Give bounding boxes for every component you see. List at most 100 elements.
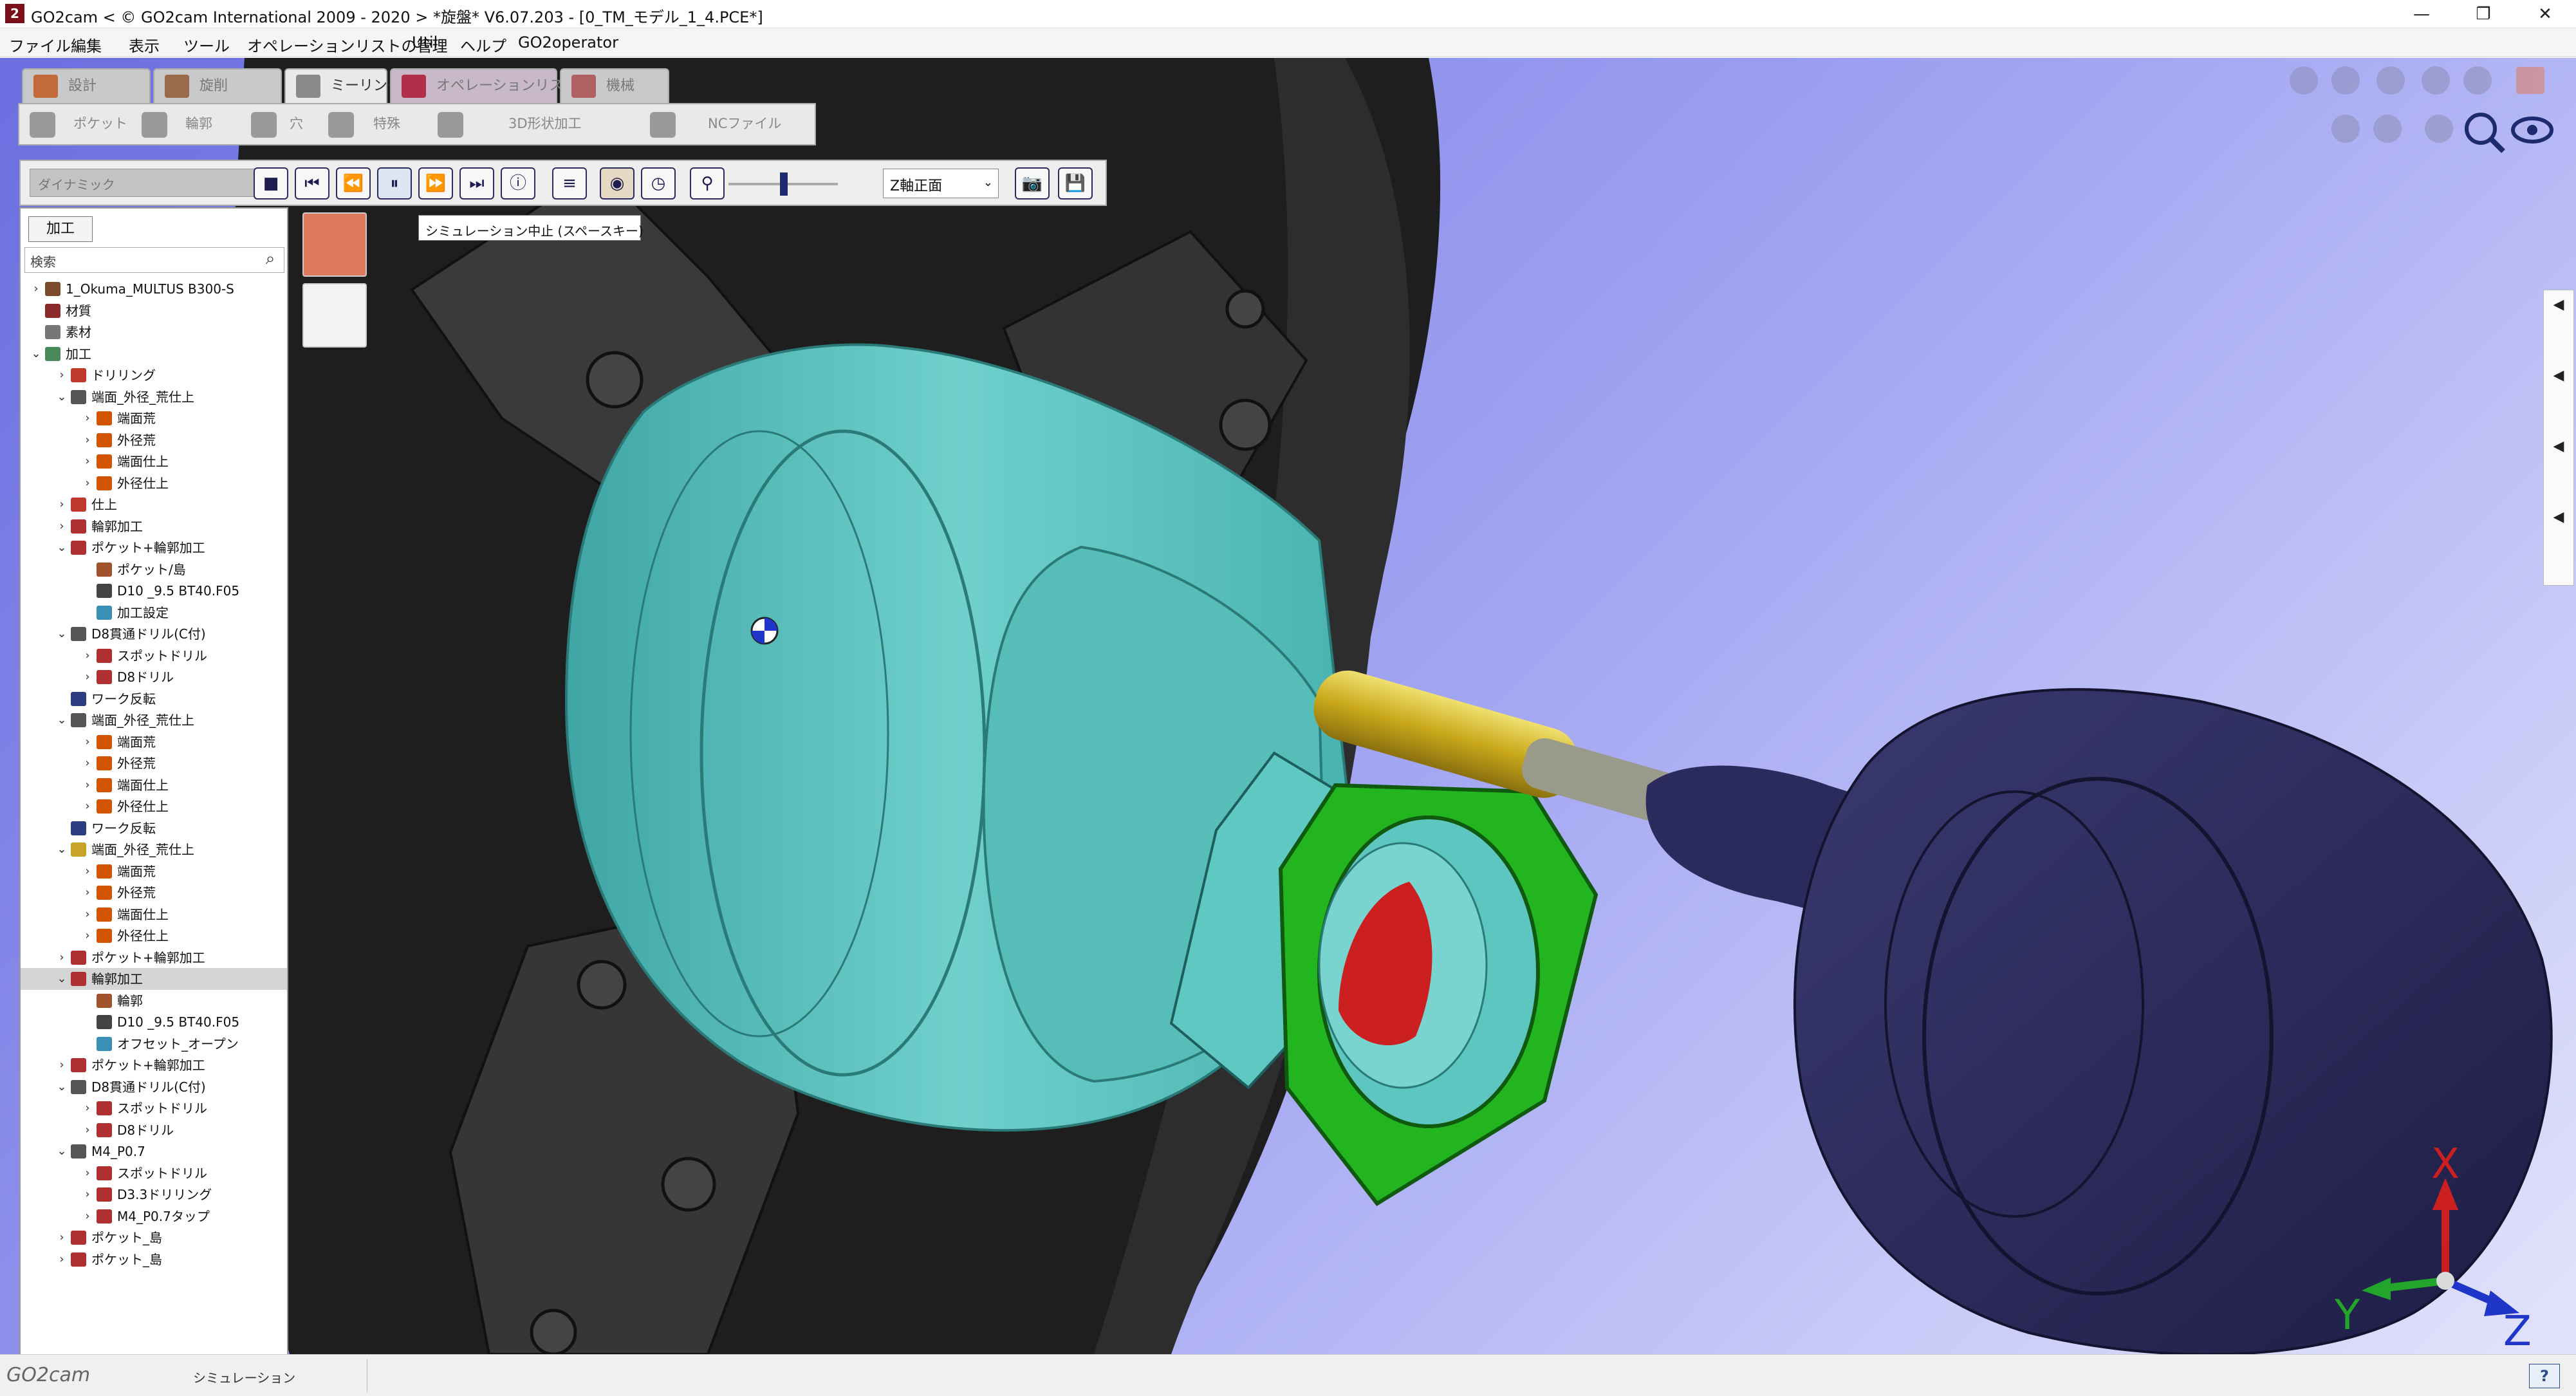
special-button[interactable]: 特殊 bbox=[373, 113, 400, 133]
tree-row[interactable]: ⌄ D8貫通ドリル(C付) bbox=[21, 1076, 287, 1098]
tree-toggle-icon[interactable]: › bbox=[55, 1054, 68, 1076]
tree-toggle-icon[interactable]: › bbox=[30, 278, 42, 300]
tree-row[interactable]: ⌄ 端面_外径_荒仕上 bbox=[21, 709, 287, 731]
tree-row[interactable]: › 外径荒 bbox=[21, 429, 287, 451]
menu-file[interactable]: ファイル bbox=[9, 33, 71, 56]
tree-row[interactable]: ⌄ 端面_外径_荒仕上 bbox=[21, 839, 287, 861]
tree-row[interactable]: › ポケット_島 bbox=[21, 1249, 287, 1270]
tab-machine[interactable]: 機械 bbox=[560, 68, 669, 103]
tree-toggle-icon[interactable]: ⌄ bbox=[55, 709, 68, 731]
tree-toggle-icon[interactable]: › bbox=[81, 472, 94, 494]
tree-row[interactable]: オフセット_オープン bbox=[21, 1033, 287, 1055]
camera-icon[interactable]: 📷 bbox=[1015, 167, 1050, 200]
speed-slider-handle[interactable] bbox=[780, 172, 788, 196]
tree-toggle-icon[interactable]: ⌄ bbox=[55, 623, 68, 645]
pocket-button[interactable]: ポケット bbox=[73, 113, 127, 133]
save-icon[interactable]: 💾 bbox=[1058, 167, 1093, 200]
tree-row[interactable]: › ドリリング bbox=[21, 364, 287, 386]
tree-row[interactable]: › 1_Okuma_MULTUS B300-S bbox=[21, 278, 287, 300]
close-button[interactable]: ✕ bbox=[2514, 0, 2576, 28]
tree-row[interactable]: ポケット/島 bbox=[21, 559, 287, 581]
pause-button[interactable]: ⏸ bbox=[377, 167, 412, 200]
tree-row[interactable]: › M4_P0.7タップ bbox=[21, 1205, 287, 1227]
tree-toggle-icon[interactable]: › bbox=[81, 645, 94, 667]
tree-toggle-icon[interactable]: › bbox=[81, 1205, 94, 1227]
tree-row[interactable]: ⌄ 加工 bbox=[21, 343, 287, 365]
tab-machining[interactable]: 加工 bbox=[28, 216, 93, 242]
tree-row[interactable]: › ポケット_島 bbox=[21, 1227, 287, 1249]
tree-row[interactable]: › 輪郭加工 bbox=[21, 516, 287, 537]
menu-util[interactable]: Util bbox=[412, 33, 438, 51]
menu-tools[interactable]: ツール bbox=[183, 33, 230, 56]
simulation-scene[interactable]: X Y Z bbox=[0, 58, 2576, 1354]
tree-toggle-icon[interactable]: › bbox=[81, 925, 94, 947]
tree-row[interactable]: › 外径仕上 bbox=[21, 925, 287, 947]
contour-button[interactable]: 輪郭 bbox=[185, 113, 212, 133]
contour-icon[interactable] bbox=[142, 112, 167, 138]
tree-row[interactable]: › スポットドリル bbox=[21, 645, 287, 667]
tree-row[interactable]: › スポットドリル bbox=[21, 1162, 287, 1184]
tree-toggle-icon[interactable]: › bbox=[55, 364, 68, 386]
tab-operation-list[interactable]: オペレーションリスト bbox=[390, 68, 578, 103]
step-forward-button[interactable]: ⏩ bbox=[418, 167, 453, 200]
tree-row[interactable]: ⌄ 端面_外径_荒仕上 bbox=[21, 386, 287, 408]
menu-edit[interactable]: 編集 bbox=[71, 33, 102, 56]
tree-toggle-icon[interactable]: ⌄ bbox=[55, 1140, 68, 1162]
tree-row[interactable]: › 端面仕上 bbox=[21, 451, 287, 472]
expand-panel-icon[interactable]: ◀ bbox=[2548, 509, 2570, 573]
tree-row[interactable]: › 端面仕上 bbox=[21, 904, 287, 926]
tree-row[interactable]: › 外径仕上 bbox=[21, 796, 287, 817]
tree-row[interactable]: › 端面荒 bbox=[21, 731, 287, 753]
simulation-mode-select[interactable]: ダイナミック bbox=[30, 169, 261, 197]
info-button[interactable]: ⓘ bbox=[501, 167, 535, 200]
tree-toggle-icon[interactable]: › bbox=[81, 882, 94, 904]
tree-row[interactable]: › 仕上 bbox=[21, 494, 287, 516]
tree-row[interactable]: › 端面荒 bbox=[21, 861, 287, 882]
tree-row[interactable]: › 外径荒 bbox=[21, 752, 287, 774]
tree-toggle-icon[interactable]: › bbox=[81, 752, 94, 774]
tree-toggle-icon[interactable]: › bbox=[81, 666, 94, 688]
simulation-play-icon[interactable] bbox=[302, 212, 367, 277]
tree-row[interactable]: 輪郭 bbox=[21, 990, 287, 1012]
tree-toggle-icon[interactable]: › bbox=[81, 1162, 94, 1184]
sliders-icon[interactable]: ≡ bbox=[552, 167, 587, 200]
tree-toggle-icon[interactable]: › bbox=[55, 947, 68, 969]
tree-row[interactable]: › 外径荒 bbox=[21, 882, 287, 904]
3d-machining-icon[interactable] bbox=[438, 112, 463, 138]
speed-icon[interactable]: ⚲ bbox=[690, 167, 725, 200]
nc-file-button[interactable]: NCファイル bbox=[708, 113, 781, 133]
tree-row[interactable]: 材質 bbox=[21, 300, 287, 322]
tree-toggle-icon[interactable]: ⌄ bbox=[30, 343, 42, 365]
tree-search-input[interactable]: 検索 bbox=[24, 247, 284, 273]
tree-toggle-icon[interactable]: ⌄ bbox=[55, 537, 68, 559]
tree-toggle-icon[interactable]: › bbox=[55, 1227, 68, 1249]
to-start-button[interactable]: ⏮ bbox=[295, 167, 329, 200]
tree-row[interactable]: D10 _9.5 BT40.F05 bbox=[21, 580, 287, 602]
restore-button[interactable]: ❐ bbox=[2452, 0, 2514, 28]
tree-toggle-icon[interactable]: ⌄ bbox=[55, 386, 68, 408]
tree-toggle-icon[interactable]: › bbox=[81, 1097, 94, 1119]
app-icon[interactable]: 2 bbox=[5, 4, 24, 23]
tree-toggle-icon[interactable]: ⌄ bbox=[55, 839, 68, 861]
expand-panel-icon[interactable]: ◀ bbox=[2548, 368, 2570, 432]
minimize-button[interactable]: — bbox=[2391, 0, 2452, 28]
menu-view[interactable]: 表示 bbox=[129, 33, 160, 56]
tree-row[interactable]: ワーク反転 bbox=[21, 817, 287, 839]
to-end-button[interactable]: ⏭ bbox=[459, 167, 494, 200]
expand-panel-icon[interactable]: ◀ bbox=[2548, 297, 2570, 361]
tree-row[interactable]: 素材 bbox=[21, 321, 287, 343]
tree-toggle-icon[interactable]: › bbox=[81, 1119, 94, 1141]
tree-row[interactable]: ⌄ M4_P0.7 bbox=[21, 1140, 287, 1162]
tree-toggle-icon[interactable]: ⌄ bbox=[55, 968, 68, 990]
tree-row[interactable]: 加工設定 bbox=[21, 602, 287, 624]
tree-row[interactable]: ワーク反転 bbox=[21, 688, 287, 710]
search-icon[interactable]: ⌕ bbox=[259, 249, 282, 271]
tree-row[interactable]: › 端面荒 bbox=[21, 407, 287, 429]
tree-row[interactable]: ⌄ 輪郭加工 bbox=[21, 968, 287, 990]
tab-milling[interactable]: ミーリング bbox=[284, 68, 402, 103]
tree-toggle-icon[interactable]: › bbox=[55, 494, 68, 516]
tree-row[interactable]: › D8ドリル bbox=[21, 666, 287, 688]
nc-file-icon[interactable] bbox=[650, 112, 676, 138]
3d-viewport[interactable]: X Y Z 設計 旋削 ミーリング オペレーションリスト 機械 ポケット 輪郭 … bbox=[0, 58, 2576, 1354]
menu-help[interactable]: ヘルプ bbox=[460, 33, 506, 56]
